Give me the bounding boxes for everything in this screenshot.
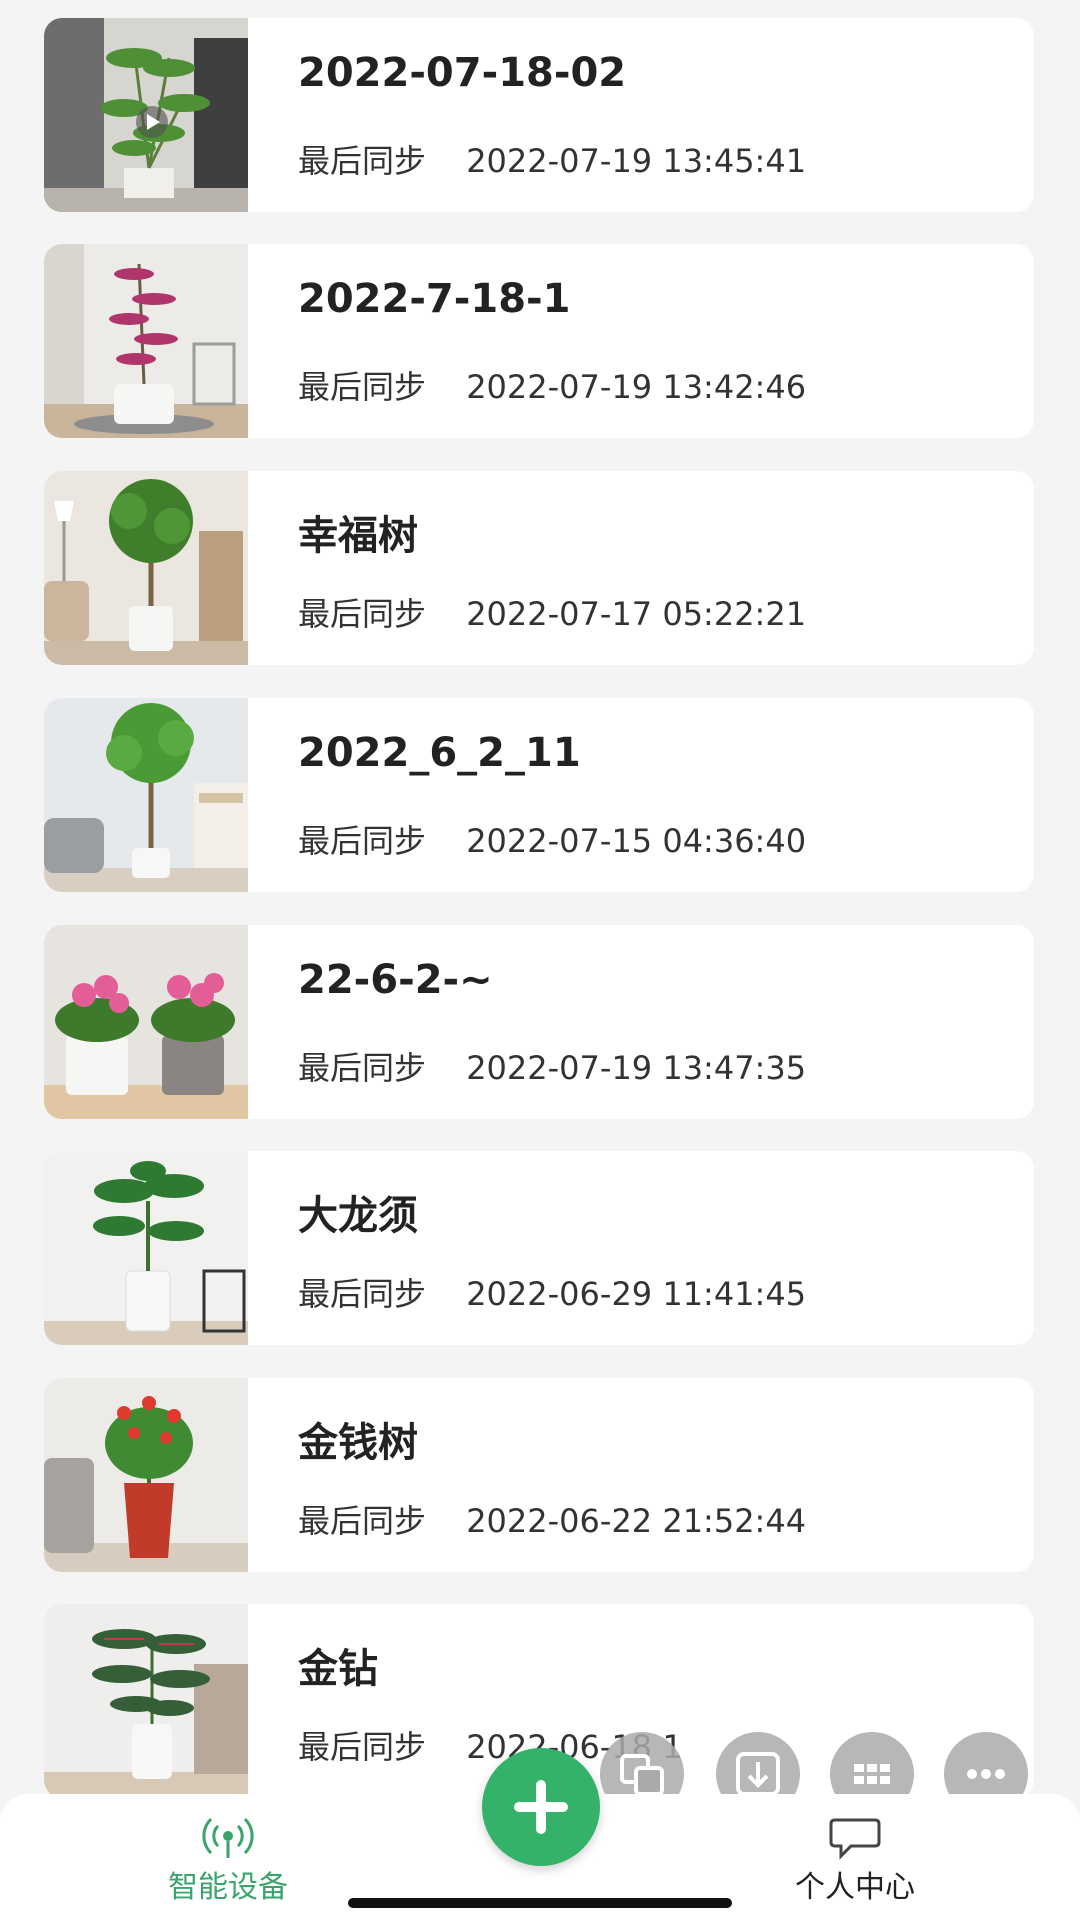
last-sync: 最后同步 2022-07-19 13:47:35 (298, 1043, 806, 1089)
last-sync-label: 最后同步 (298, 1728, 427, 1766)
last-sync-label: 最后同步 (298, 595, 427, 633)
last-sync-time: 2022-06-22 21:52:44 (466, 1502, 807, 1540)
tab-smart-devices[interactable]: 智能设备 (148, 1812, 308, 1906)
add-device-button[interactable] (482, 1748, 600, 1866)
device-name: 幸福树 (298, 513, 418, 559)
device-name: 2022_6_2_11 (298, 730, 581, 776)
last-sync-time: 2022-07-17 05:22:21 (466, 595, 807, 633)
device-name: 2022-7-18-1 (298, 276, 571, 322)
last-sync-label: 最后同步 (298, 822, 427, 860)
last-sync-time: 2022-06-29 11:41:45 (466, 1275, 807, 1313)
last-sync: 最后同步 2022-06-22 21:52:44 (298, 1496, 806, 1542)
last-sync: 最后同步 2022-07-19 13:42:46 (298, 362, 806, 408)
plus-icon-vertical (536, 1780, 546, 1834)
device-card[interactable]: 2022_6_2_11 最后同步 2022-07-15 04:36:40 (44, 698, 1034, 892)
plant-photo-icon (44, 471, 248, 665)
tab-profile[interactable]: 个人中心 (770, 1812, 940, 1906)
device-card[interactable]: 2022-7-18-1 最后同步 2022-07-19 13:42:46 (44, 244, 1034, 438)
plant-photo-icon (44, 244, 248, 438)
device-name: 22-6-2-~ (298, 957, 493, 1003)
last-sync-label: 最后同步 (298, 1502, 427, 1540)
home-indicator (348, 1898, 732, 1908)
last-sync-label: 最后同步 (298, 368, 427, 406)
last-sync-label: 最后同步 (298, 1049, 427, 1087)
plant-photo-icon (44, 698, 248, 892)
device-card[interactable]: 幸福树 最后同步 2022-07-17 05:22:21 (44, 471, 1034, 665)
last-sync: 最后同步 2022-07-19 13:45:41 (298, 136, 806, 182)
device-name: 金钱树 (298, 1420, 418, 1466)
signal-tower-icon (148, 1812, 308, 1862)
plant-photo-icon (44, 18, 248, 212)
last-sync: 最后同步 2022-06-29 11:41:45 (298, 1269, 806, 1315)
device-name: 2022-07-18-02 (298, 50, 627, 96)
device-card[interactable]: 大龙须 最后同步 2022-06-29 11:41:45 (44, 1151, 1034, 1345)
chat-bubble-icon (770, 1812, 940, 1862)
last-sync: 最后同步 2022-07-15 04:36:40 (298, 816, 806, 862)
device-name: 金钻 (298, 1646, 378, 1692)
last-sync-time: 2022-07-15 04:36:40 (466, 822, 807, 860)
plant-photo-icon (44, 925, 248, 1119)
plant-photo-icon (44, 1604, 248, 1798)
device-card[interactable]: 金钱树 最后同步 2022-06-22 21:52:44 (44, 1378, 1034, 1572)
plant-photo-icon (44, 1151, 248, 1345)
plant-photo-icon (44, 1378, 248, 1572)
device-name: 大龙须 (298, 1193, 418, 1239)
last-sync: 最后同步 2022-07-17 05:22:21 (298, 589, 806, 635)
device-card[interactable]: 2022-07-18-02 最后同步 2022-07-19 13:45:41 (44, 18, 1034, 212)
last-sync-time: 2022-07-19 13:47:35 (466, 1049, 807, 1087)
tab-label: 个人中心 (795, 1870, 915, 1905)
device-card[interactable]: 22-6-2-~ 最后同步 2022-07-19 13:47:35 (44, 925, 1034, 1119)
last-sync-time: 2022-07-19 13:45:41 (466, 142, 807, 180)
last-sync-label: 最后同步 (298, 1275, 427, 1313)
last-sync-time: 2022-07-19 13:42:46 (466, 368, 807, 406)
tab-label: 智能设备 (168, 1870, 288, 1905)
last-sync-label: 最后同步 (298, 142, 427, 180)
